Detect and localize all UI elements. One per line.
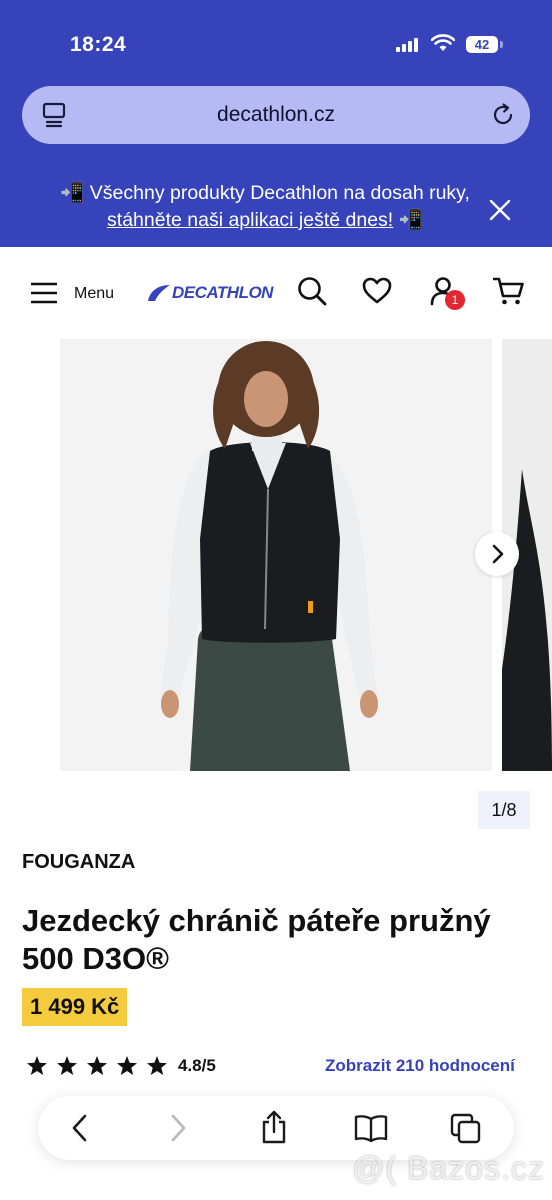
menu-label[interactable]: Menu [74, 285, 114, 303]
gallery-next-button[interactable] [475, 532, 519, 576]
decathlon-logo-icon[interactable] [146, 283, 172, 303]
hamburger-menu-icon[interactable] [31, 282, 57, 304]
bazos-watermark: @( Bazos.cz [352, 1150, 545, 1186]
url-text[interactable]: decathlon.cz [22, 86, 530, 144]
product-photo-illustration [60, 339, 492, 771]
star-icon [117, 1056, 137, 1075]
wishlist-heart-icon[interactable] [362, 277, 392, 305]
wifi-icon [431, 34, 455, 51]
decathlon-logo-text[interactable]: DECATHLON [172, 283, 273, 303]
gallery-counter: 1/8 [478, 791, 530, 829]
bookmarks-book-icon[interactable] [354, 1113, 388, 1143]
app-promo-banner: 📲 Všechny produkty Decathlon na dosah ru… [50, 180, 480, 234]
reload-icon[interactable] [490, 102, 516, 128]
cart-icon[interactable] [493, 276, 525, 306]
share-icon[interactable] [260, 1110, 288, 1144]
back-arrow-icon[interactable] [68, 1113, 92, 1143]
battery-indicator: 42 [466, 36, 498, 53]
rating-score: 4.8/5 [178, 1056, 216, 1075]
cellular-signal-icon [396, 38, 422, 52]
close-icon[interactable] [488, 198, 512, 222]
product-title: Jezdecký chránič páteře pružný 500 D3O® [22, 903, 491, 976]
chevron-right-icon [492, 544, 504, 564]
star-icon [87, 1056, 107, 1075]
promo-text: Všechny produkty Decathlon na dosah ruky… [84, 182, 470, 204]
rating-stars[interactable] [26, 1055, 172, 1077]
star-icon [27, 1056, 47, 1075]
tabs-icon[interactable] [450, 1113, 482, 1145]
phone-emoji-icon: 📲 [60, 182, 85, 204]
site-header: Menu DECATHLON 1 [0, 247, 552, 339]
show-reviews-link[interactable]: Zobrazit 210 hodnocení [325, 1056, 515, 1076]
battery-nub [500, 41, 503, 48]
address-bar[interactable]: decathlon.cz [22, 86, 530, 144]
star-icon [57, 1056, 77, 1075]
search-icon[interactable] [297, 276, 327, 306]
product-price: 1 499 Kč [22, 988, 128, 1026]
product-main-image[interactable] [60, 339, 492, 771]
status-time: 18:24 [70, 33, 127, 56]
product-brand[interactable]: FOUGANZA [22, 851, 135, 874]
forward-arrow-icon[interactable] [166, 1113, 190, 1143]
status-bar: 18:24 42 [0, 0, 552, 80]
account-notification-badge: 1 [445, 290, 465, 310]
promo-app-link[interactable]: stáhněte naši aplikaci ještě dnes! [107, 209, 393, 231]
phone-emoji-icon-right: 📲 [393, 209, 423, 231]
star-icon [147, 1056, 167, 1075]
